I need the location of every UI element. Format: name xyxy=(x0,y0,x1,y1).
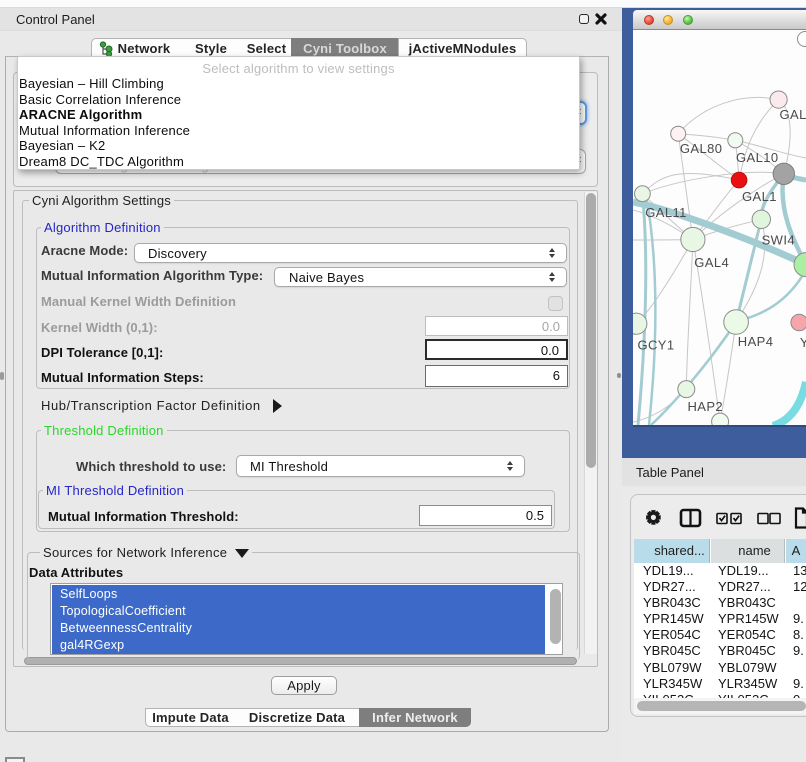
svg-text:HAP4: HAP4 xyxy=(738,334,774,349)
svg-text:SWI4: SWI4 xyxy=(762,232,795,247)
svg-text:GAL4: GAL4 xyxy=(694,255,729,270)
svg-text:HAP2: HAP2 xyxy=(688,399,724,414)
svg-text:GAL80: GAL80 xyxy=(680,141,722,156)
svg-text:GAL10: GAL10 xyxy=(736,150,778,165)
svg-text:GAL11: GAL11 xyxy=(645,205,687,220)
svg-text:GAL1: GAL1 xyxy=(742,189,777,204)
svg-text:GCY1: GCY1 xyxy=(638,338,675,353)
svg-text:Y: Y xyxy=(800,335,806,350)
svg-text:GAL2: GAL2 xyxy=(780,107,806,122)
